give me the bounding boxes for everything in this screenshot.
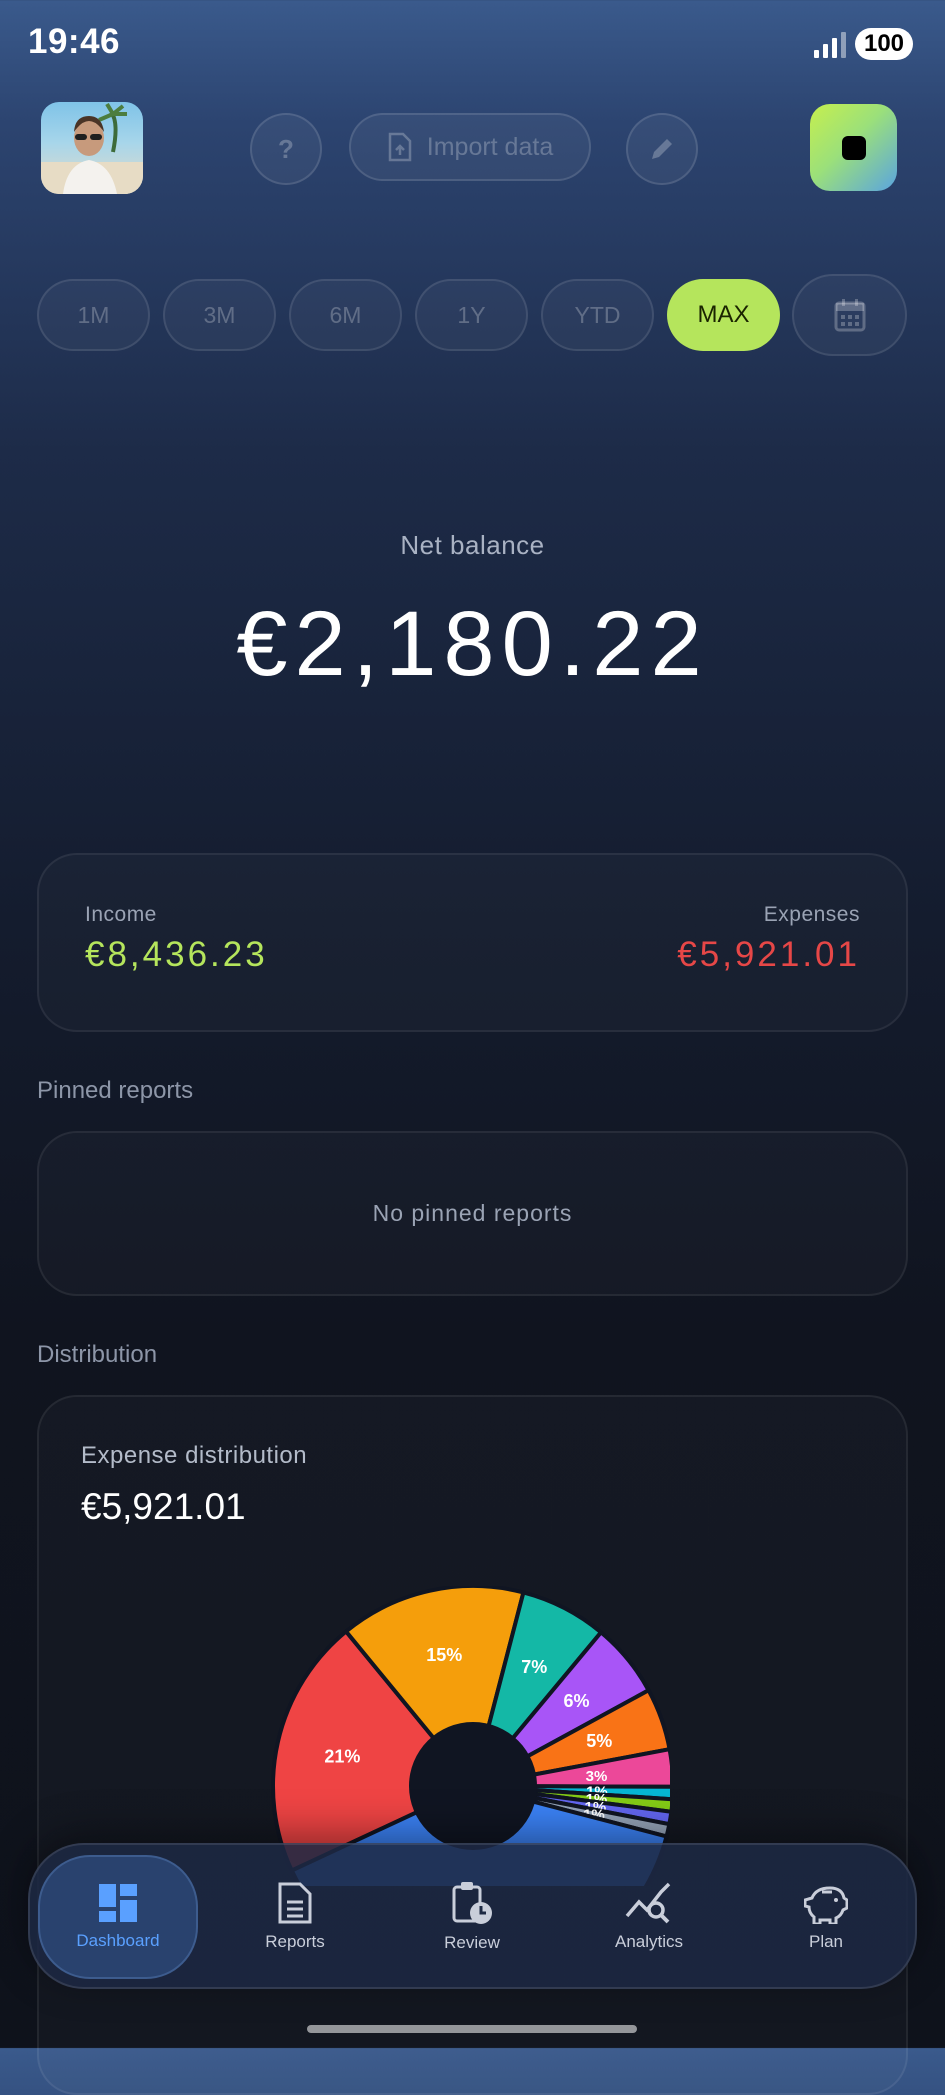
pinned-empty-text: No pinned reports <box>372 1200 573 1226</box>
piggy-bank-icon <box>804 1886 848 1924</box>
nav-dashboard[interactable]: Dashboard <box>38 1855 198 1979</box>
pie-slice-label: 21% <box>324 1746 360 1766</box>
pie-slice-label: 6% <box>564 1691 590 1711</box>
range-6m-button[interactable]: 6M <box>289 279 402 351</box>
dashboard-icon <box>99 1884 137 1922</box>
net-balance-value: €2,180.22 <box>236 593 709 695</box>
distribution-title: Distribution <box>37 1341 158 1368</box>
pie-center-hole <box>409 1722 537 1850</box>
pinned-reports-card: No pinned reports <box>37 1131 908 1296</box>
income-value: €8,436.23 <box>85 935 268 974</box>
range-ytd-button[interactable]: YTD <box>541 279 654 351</box>
battery-indicator: 100 <box>855 28 913 60</box>
expense-distribution-value: €5,921.01 <box>81 1486 246 1527</box>
pie-slice-label: 3% <box>586 1768 608 1785</box>
pencil-icon <box>652 139 672 159</box>
expenses-value: €5,921.01 <box>677 935 860 974</box>
pie-slice-label: 5% <box>586 1731 612 1751</box>
expense-distribution-label: Expense distribution <box>81 1442 308 1469</box>
nav-plan[interactable]: Plan <box>746 1855 906 1979</box>
help-button[interactable]: ? <box>250 113 322 185</box>
chart-search-icon <box>625 1882 671 1924</box>
avatar[interactable] <box>41 102 143 194</box>
user-avatar-image <box>41 102 143 194</box>
import-data-label: Import data <box>426 132 554 161</box>
nav-review-label: Review <box>444 1933 500 1952</box>
document-icon <box>278 1882 312 1924</box>
help-label: ? <box>278 133 294 164</box>
expenses-label: Expenses <box>763 903 860 926</box>
calendar-button[interactable] <box>792 274 907 356</box>
clipboard-clock-icon <box>452 1882 492 1924</box>
nav-reports-label: Reports <box>265 1932 325 1951</box>
expense-pie-chart[interactable]: 21%15%7%6%5%3%1%1%1%1% <box>270 1586 670 1886</box>
range-3m-button[interactable]: 3M <box>163 279 276 351</box>
nav-reports[interactable]: Reports <box>215 1855 375 1979</box>
edit-button[interactable] <box>626 113 698 185</box>
signal-icon <box>814 30 848 58</box>
nav-dashboard-label: Dashboard <box>76 1931 160 1950</box>
range-1y-button[interactable]: 1Y <box>415 279 528 351</box>
nav-review[interactable]: Review <box>392 1855 552 1979</box>
stop-icon <box>841 135 866 160</box>
file-upload-icon <box>388 132 412 162</box>
calendar-icon <box>834 299 865 332</box>
import-data-button[interactable]: Import data <box>349 113 591 181</box>
app-menu-button[interactable] <box>810 104 897 191</box>
income-label: Income <box>85 903 157 926</box>
nav-analytics-label: Analytics <box>614 1932 684 1951</box>
nav-analytics[interactable]: Analytics <box>569 1855 729 1979</box>
home-indicator <box>307 2025 637 2033</box>
range-1m-button[interactable]: 1M <box>37 279 150 351</box>
net-balance-label: Net balance <box>400 530 545 560</box>
pie-slice-label: 15% <box>426 1645 462 1665</box>
pie-slice-label: 7% <box>521 1657 547 1677</box>
status-time: 19:46 <box>28 22 121 61</box>
nav-plan-label: Plan <box>808 1932 844 1951</box>
pinned-reports-title: Pinned reports <box>37 1077 194 1104</box>
range-max-button[interactable]: MAX <box>667 279 780 351</box>
